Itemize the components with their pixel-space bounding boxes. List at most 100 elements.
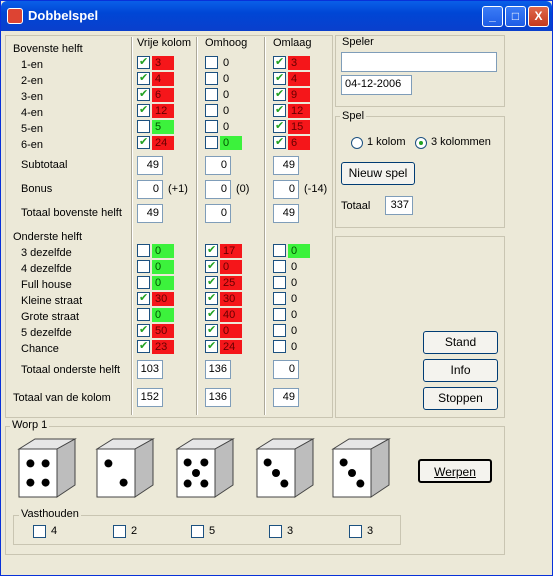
die[interactable] — [173, 435, 239, 501]
hold-checkbox[interactable] — [191, 525, 204, 538]
maximize-button[interactable]: □ — [505, 6, 526, 27]
stop-button[interactable]: Stoppen — [423, 387, 498, 410]
die[interactable] — [329, 435, 395, 501]
score-checkbox[interactable] — [273, 55, 286, 69]
score-cell[interactable]: 0 — [137, 308, 191, 322]
score-cell[interactable]: 0 — [137, 276, 191, 290]
score-checkbox[interactable] — [205, 291, 218, 305]
score-cell[interactable]: 3 — [137, 55, 191, 70]
stand-button[interactable]: Stand — [423, 331, 498, 354]
score-cell[interactable]: 12 — [137, 103, 191, 118]
score-cell[interactable]: 0 — [205, 136, 259, 150]
score-cell[interactable]: 0 — [205, 88, 259, 102]
score-cell[interactable]: 3 — [273, 55, 327, 70]
score-cell[interactable]: 0 — [273, 260, 327, 274]
score-checkbox[interactable] — [205, 243, 218, 257]
score-checkbox[interactable] — [137, 87, 150, 101]
close-button[interactable]: X — [528, 6, 549, 27]
score-checkbox[interactable] — [205, 88, 218, 101]
score-checkbox[interactable] — [137, 339, 150, 353]
score-checkbox[interactable] — [205, 307, 218, 321]
score-checkbox[interactable] — [137, 276, 150, 289]
new-game-button[interactable]: Nieuw spel — [341, 162, 415, 185]
score-checkbox[interactable] — [137, 291, 150, 305]
score-checkbox[interactable] — [273, 276, 286, 289]
score-checkbox[interactable] — [205, 323, 218, 337]
score-checkbox[interactable] — [137, 308, 150, 321]
hold-checkbox[interactable] — [349, 525, 362, 538]
score-checkbox[interactable] — [137, 323, 150, 337]
score-cell[interactable]: 0 — [137, 260, 191, 274]
score-checkbox[interactable] — [205, 120, 218, 133]
one-column-radio[interactable] — [351, 137, 363, 149]
score-checkbox[interactable] — [273, 87, 286, 101]
score-cell[interactable]: 5 — [137, 120, 191, 134]
score-checkbox[interactable] — [205, 56, 218, 69]
minimize-button[interactable]: _ — [482, 6, 503, 27]
score-checkbox[interactable] — [273, 308, 286, 321]
info-button[interactable]: Info — [423, 359, 498, 382]
player-name-input[interactable] — [341, 52, 497, 72]
hold-checkbox[interactable] — [113, 525, 126, 538]
score-cell[interactable]: 24 — [137, 135, 191, 150]
score-checkbox[interactable] — [137, 103, 150, 117]
score-cell[interactable]: 30 — [205, 291, 259, 306]
score-checkbox[interactable] — [273, 135, 286, 149]
score-cell[interactable]: 0 — [205, 259, 259, 274]
score-checkbox[interactable] — [137, 55, 150, 69]
score-checkbox[interactable] — [137, 71, 150, 85]
score-checkbox[interactable] — [273, 103, 286, 117]
throw-button[interactable]: Werpen — [418, 459, 492, 483]
score-cell[interactable]: 0 — [273, 324, 327, 338]
die[interactable] — [93, 435, 159, 501]
score-checkbox[interactable] — [273, 324, 286, 337]
score-cell[interactable]: 0 — [273, 340, 327, 354]
score-cell[interactable]: 0 — [137, 244, 191, 258]
score-cell[interactable]: 6 — [273, 135, 327, 150]
score-cell[interactable]: 15 — [273, 119, 327, 134]
score-cell[interactable]: 0 — [205, 104, 259, 118]
score-cell[interactable]: 0 — [273, 308, 327, 322]
score-cell[interactable]: 17 — [205, 243, 259, 258]
score-cell[interactable]: 0 — [273, 244, 327, 258]
score-cell[interactable]: 23 — [137, 339, 191, 354]
score-checkbox[interactable] — [137, 260, 150, 273]
hold-checkbox[interactable] — [269, 525, 282, 538]
score-cell[interactable]: 6 — [137, 87, 191, 102]
score-cell[interactable]: 4 — [273, 71, 327, 86]
score-cell[interactable]: 25 — [205, 275, 259, 290]
score-cell[interactable]: 40 — [205, 307, 259, 322]
score-cell[interactable]: 30 — [137, 291, 191, 306]
score-checkbox[interactable] — [205, 104, 218, 117]
hold-checkbox[interactable] — [33, 525, 46, 538]
score-checkbox[interactable] — [273, 244, 286, 257]
die[interactable] — [15, 435, 81, 501]
three-columns-radio[interactable] — [415, 137, 427, 149]
score-checkbox[interactable] — [273, 340, 286, 353]
score-checkbox[interactable] — [205, 339, 218, 353]
score-checkbox[interactable] — [273, 119, 286, 133]
date-field[interactable]: 04-12-2006 — [341, 75, 412, 95]
score-checkbox[interactable] — [205, 72, 218, 85]
score-checkbox[interactable] — [137, 120, 150, 133]
score-checkbox[interactable] — [137, 135, 150, 149]
score-cell[interactable]: 24 — [205, 339, 259, 354]
score-cell[interactable]: 0 — [273, 292, 327, 306]
score-cell[interactable]: 0 — [205, 72, 259, 86]
score-cell[interactable]: 50 — [137, 323, 191, 338]
score-checkbox[interactable] — [205, 136, 218, 149]
score-checkbox[interactable] — [273, 71, 286, 85]
score-cell[interactable]: 9 — [273, 87, 327, 102]
score-cell[interactable]: 4 — [137, 71, 191, 86]
score-cell[interactable]: 12 — [273, 103, 327, 118]
score-checkbox[interactable] — [273, 260, 286, 273]
score-cell[interactable]: 0 — [273, 276, 327, 290]
score-checkbox[interactable] — [137, 244, 150, 257]
score-cell[interactable]: 0 — [205, 323, 259, 338]
score-cell[interactable]: 0 — [205, 120, 259, 134]
score-checkbox[interactable] — [273, 292, 286, 305]
score-checkbox[interactable] — [205, 275, 218, 289]
score-cell[interactable]: 0 — [205, 56, 259, 70]
die[interactable] — [253, 435, 319, 501]
score-checkbox[interactable] — [205, 259, 218, 273]
